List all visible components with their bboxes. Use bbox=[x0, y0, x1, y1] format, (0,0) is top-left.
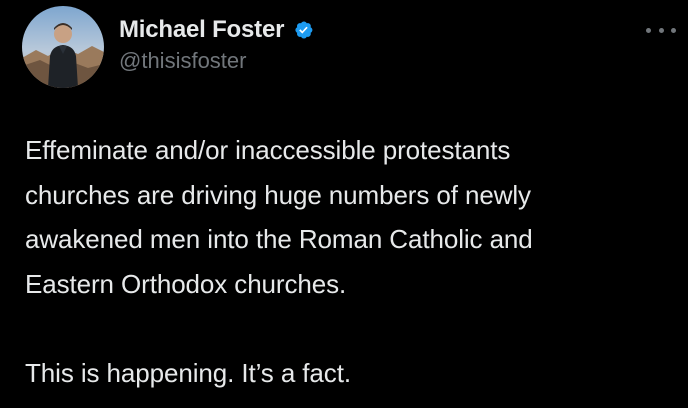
tweet-line: Effeminate and/or inaccessible protestan… bbox=[25, 135, 511, 165]
more-horizontal-icon[interactable] bbox=[646, 22, 676, 38]
more-dot bbox=[671, 27, 676, 33]
tweet-line: Eastern Orthodox churches. bbox=[25, 268, 347, 299]
more-dot bbox=[658, 27, 664, 33]
author-name-row[interactable]: Michael Foster bbox=[119, 14, 314, 46]
tweet-card: Michael Foster @thisisfoster Effeminate … bbox=[0, 0, 688, 408]
tweet-line: churches are driving huge numbers of new… bbox=[25, 179, 531, 210]
avatar[interactable] bbox=[22, 6, 104, 88]
tweet-paragraph-1: Effeminate and/or inaccessible protestan… bbox=[25, 128, 665, 306]
verified-badge-icon bbox=[292, 19, 314, 41]
author-handle[interactable]: @thisisfoster bbox=[119, 48, 246, 74]
tweet-line: awakened men into the Roman Catholic and bbox=[25, 224, 533, 254]
author-display-name[interactable]: Michael Foster bbox=[119, 16, 284, 44]
tweet-text: Effeminate and/or inaccessible protestan… bbox=[25, 128, 665, 395]
more-dot bbox=[646, 27, 651, 33]
tweet-paragraph-2: This is happening. It’s a fact. bbox=[25, 357, 351, 388]
